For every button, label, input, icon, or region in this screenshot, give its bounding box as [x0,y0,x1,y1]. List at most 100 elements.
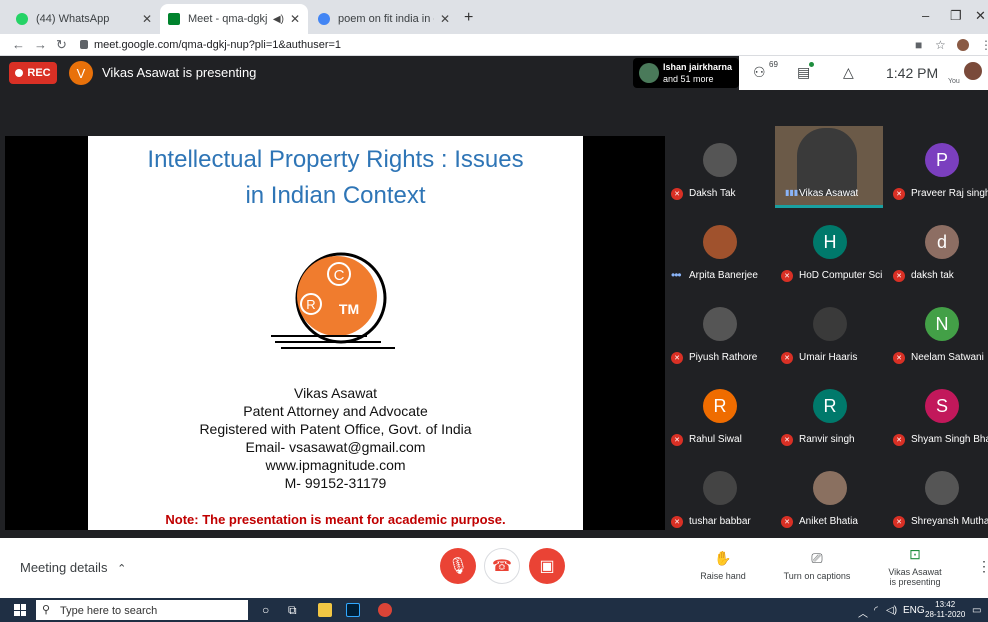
slide-website: www.ipmagnitude.com [265,457,406,473]
activities-icon[interactable]: △ [843,64,854,81]
taskbar-clock[interactable]: 13:42 28-11-2020 [925,600,965,620]
star-icon[interactable]: ☆ [935,38,946,52]
mic-off-icon: ✕ [671,188,683,200]
participant-avatar: d [925,225,959,259]
recording-badge: REC [9,62,57,84]
self-avatar[interactable] [964,62,982,80]
participant-tile[interactable]: ▮▮▮ Vikas Asawat [775,126,883,208]
lock-icon [80,40,88,49]
participant-name: Aniket Bhatia [799,516,858,527]
mic-off-icon: ✕ [893,270,905,282]
meet-clock: 1:42 PM [886,65,939,81]
participant-name: Umair Haaris [799,352,858,363]
chrome-icon[interactable] [378,603,392,617]
self-label: You [948,78,960,85]
profile-avatar[interactable] [957,39,969,51]
camera-toggle-button[interactable]: ▣ [529,548,565,584]
url-field[interactable]: meet.google.com/qma-dgkj-nup?pli=1&authu… [94,39,341,51]
meeting-details-button[interactable]: Meeting details ⌃ [20,560,126,575]
slide-mobile: M- 99152-31179 [284,475,387,491]
language-indicator[interactable]: ENG [903,605,925,616]
new-tab-icon[interactable]: + [464,9,473,27]
close-icon[interactable]: ✕ [142,12,152,26]
participant-name: Rahul Siwal [689,434,742,445]
leave-call-button[interactable]: ☎ [484,548,520,584]
participant-tile[interactable]: P ✕ Praveer Raj singh [887,126,988,208]
chat-badge [809,62,814,67]
participant-name: Daksh Tak [689,188,736,199]
cortana-icon[interactable]: ○ [262,603,269,617]
back-icon[interactable]: ← [12,37,25,52]
participant-tile[interactable]: ✕ Umair Haaris [775,290,883,372]
captions-button[interactable]: ⎚ Turn on captions [772,550,862,581]
task-view-icon[interactable]: ⧉ [288,603,297,618]
participant-tile[interactable]: R ✕ Rahul Siwal [665,372,773,454]
tab-title: poem on fit india in english - Go [338,13,434,25]
window-close-icon[interactable]: ✕ [975,8,986,24]
windows-taskbar: ⚲ Type here to search ○ ⧉ ︿ ◜ ◁) ENG 13:… [0,598,988,622]
participant-tile[interactable]: ✕ Shreyansh Mutha [887,454,988,536]
notification-line2: and 51 more [663,74,714,84]
mic-off-icon: ✕ [781,434,793,446]
slide-author-info: Vikas Asawat Patent Attorney and Advocat… [88,384,583,492]
participant-tile[interactable]: S ✕ Shyam Singh Bhati [887,372,988,454]
tray-chevron-icon[interactable]: ︿ [858,605,868,620]
tab-google-search[interactable]: poem on fit india in english - Go ✕ [310,4,458,34]
ip-rights-logo-icon: C R TM [271,252,395,349]
participant-tile[interactable]: R ✕ Ranvir singh [775,372,883,454]
presenting-line2: is presenting [889,577,941,587]
participant-tile[interactable]: ✕ Daksh Tak [665,126,773,208]
close-icon[interactable]: ✕ [290,12,300,26]
windows-start-icon[interactable] [14,604,26,616]
participant-name: Shreyansh Mutha [911,516,988,527]
mic-off-icon: ✕ [671,352,683,364]
slide-author: Vikas Asawat [293,385,377,401]
tab-whatsapp[interactable]: (44) WhatsApp ✕ [8,4,160,34]
reload-icon[interactable]: ↻ [56,37,67,53]
camera-icon[interactable]: ■ [915,38,922,52]
chat-icon[interactable]: ▤ [797,64,810,81]
participant-tile[interactable]: ✕ tushar babbar [665,454,773,536]
mic-off-icon: ✕ [671,434,683,446]
taskbar-time: 13:42 [935,600,956,609]
tab-meet[interactable]: Meet - qma-dgkj-nup ◀) ✕ [160,4,308,34]
volume-icon[interactable]: ◁) [886,605,897,616]
participant-tile[interactable]: ✕ Piyush Rathore [665,290,773,372]
minimize-icon[interactable]: – [922,8,929,23]
participant-tile[interactable]: ✕ Aniket Bhatia [775,454,883,536]
slide-note: Note: The presentation is meant for acad… [165,512,506,527]
participant-avatar [925,471,959,505]
restore-icon[interactable]: ❐ [950,8,962,24]
close-icon[interactable]: ✕ [440,12,450,26]
speaker-icon[interactable]: ◀) [273,14,284,25]
participant-avatar [703,225,737,259]
raise-hand-button[interactable]: ✋ Raise hand [678,550,768,581]
network-icon[interactable]: ◜ [874,605,878,616]
menu-icon[interactable]: ⋮ [980,38,988,52]
participant-avatar: P [925,143,959,177]
notification-line1: Ishan jairkharna [663,62,733,72]
forward-icon[interactable]: → [34,37,47,52]
participant-tile[interactable]: ••• Arpita Banerjee [665,208,773,290]
file-explorer-icon[interactable] [318,603,332,617]
participant-avatar [813,471,847,505]
participant-avatar: N [925,307,959,341]
presenting-button[interactable]: ⊡ Vikas Asawat is presenting [870,546,960,587]
presenter-avatar: V [69,61,93,85]
slide-registration: Registered with Patent Office, Govt. of … [199,421,472,437]
participant-name: Neelam Satwani [911,352,984,363]
participant-tile[interactable]: N ✕ Neelam Satwani [887,290,988,372]
people-icon[interactable]: ⚇ [753,64,766,81]
more-options-icon[interactable]: ⋮ [977,558,988,575]
participant-tile[interactable]: H ✕ HoD Computer Sci... [775,208,883,290]
photoshop-icon[interactable] [346,603,360,617]
taskbar-search-box[interactable]: ⚲ Type here to search [36,600,248,620]
notifications-icon[interactable]: ▭ [972,605,981,616]
participant-tile[interactable]: d ✕ daksh tak [887,208,988,290]
record-icon [15,69,24,77]
mic-toggle-button[interactable]: 🎙 [440,548,476,584]
mic-off-icon: ✕ [781,270,793,282]
end-call-icon: ☎ [492,558,512,575]
captions-label: Turn on captions [783,571,851,581]
slide-email: Email- vsasawat@gmail.com [245,439,426,455]
